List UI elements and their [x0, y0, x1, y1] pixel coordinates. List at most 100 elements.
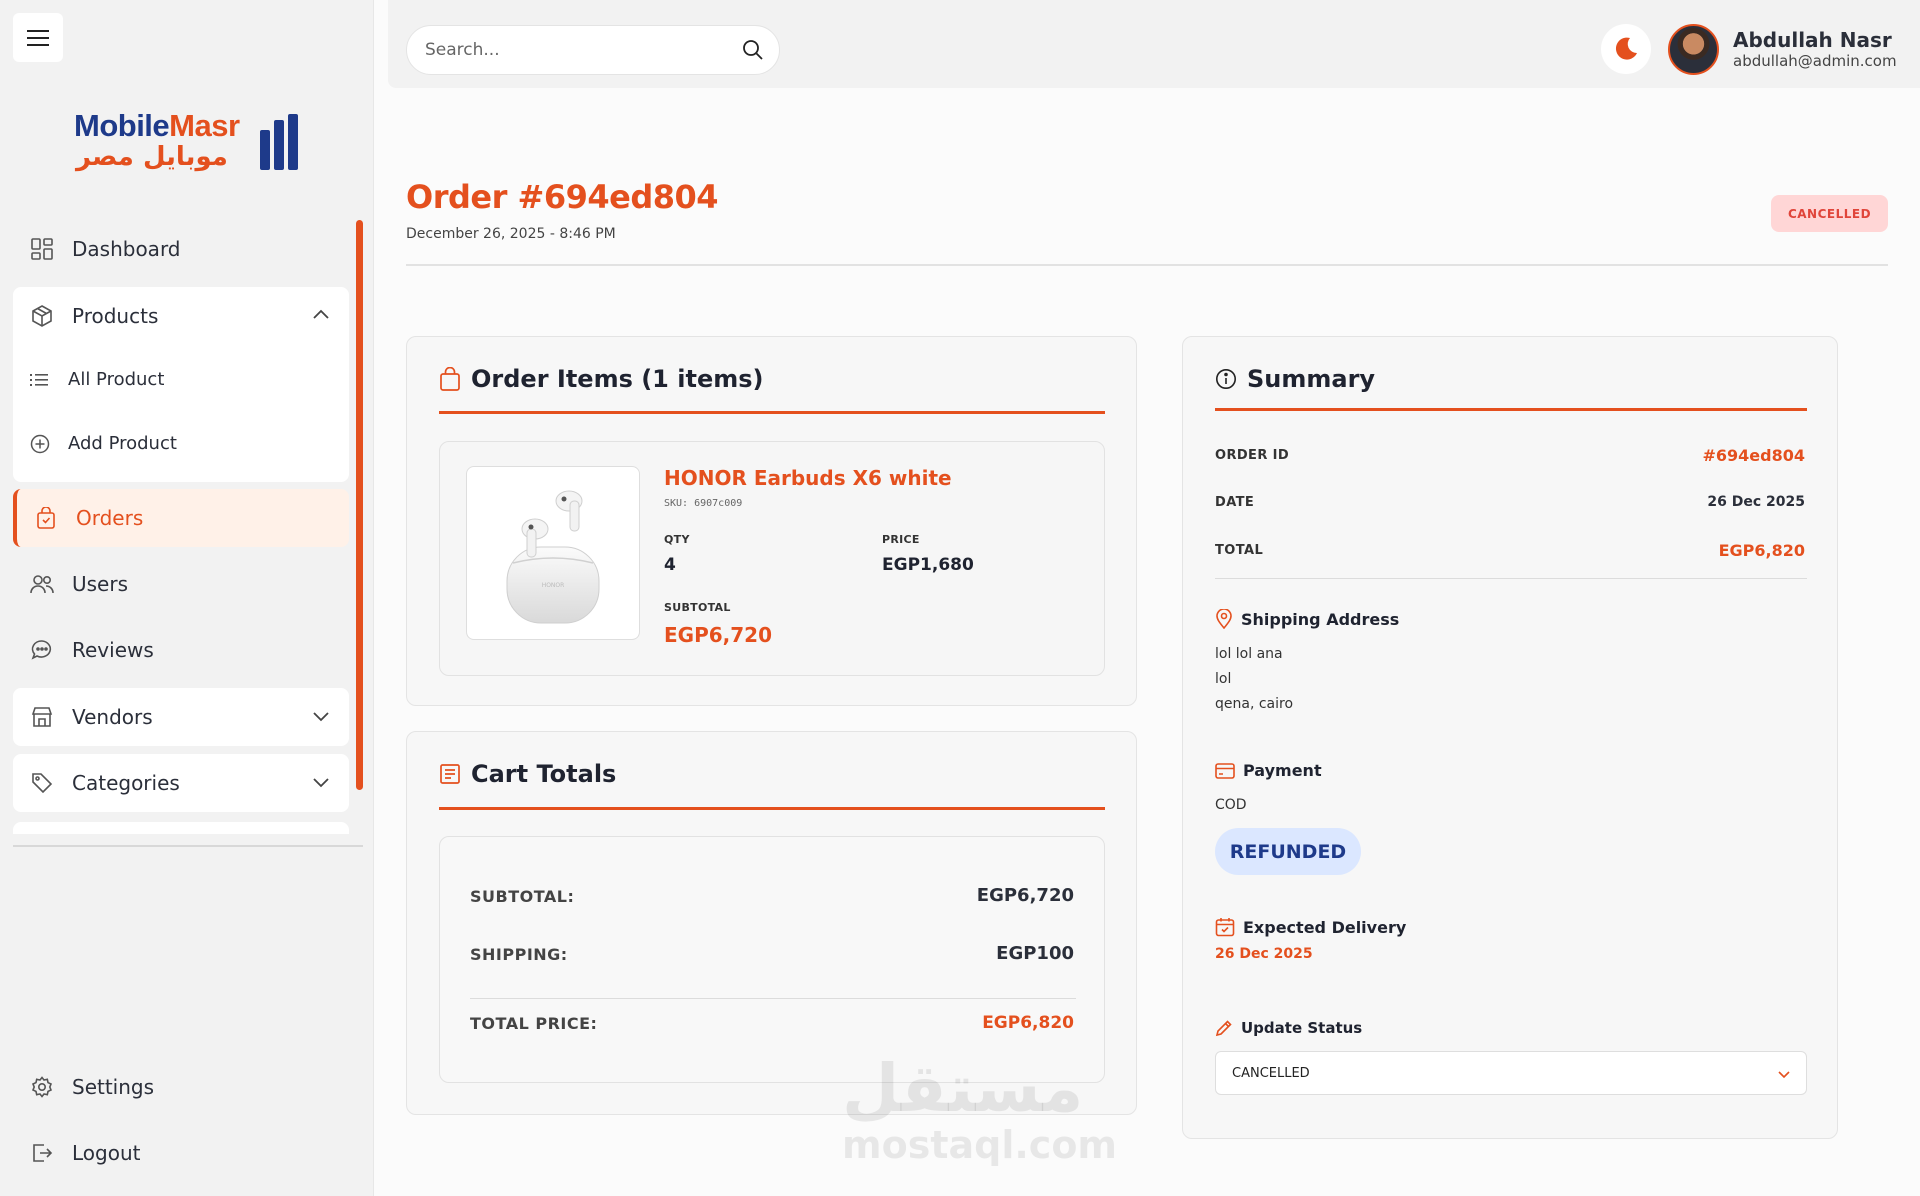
order-date: December 26, 2025 - 8:46 PM: [406, 226, 616, 242]
total-price-label: TOTAL PRICE:: [470, 1014, 598, 1033]
date-value: 26 Dec 2025: [1707, 494, 1805, 510]
order-items-card: Order Items (1 items) HONOR HONOR Earbud…: [406, 336, 1137, 706]
sidebar-item-all-product[interactable]: All Product: [30, 369, 164, 390]
chevron-down-icon: [1778, 1071, 1790, 1079]
chat-bubble-icon: [30, 638, 54, 662]
users-icon: [30, 572, 54, 596]
plus-circle-icon: [30, 434, 52, 454]
subtotal-label: SUBTOTAL: [664, 601, 731, 614]
subtotal-value: EGP6,720: [976, 885, 1074, 906]
qty-value: 4: [664, 555, 676, 575]
box-icon: [30, 304, 54, 328]
top-bar: Abdullah Nasr abdullah@admin.com: [388, 0, 1920, 88]
sidebar-item-label: Logout: [72, 1141, 141, 1165]
order-id-label: ORDER ID: [1215, 448, 1290, 463]
subtotal-label: SUBTOTAL:: [470, 887, 575, 906]
shipping-value: EGP100: [996, 943, 1074, 964]
sidebar-item-reviews[interactable]: Reviews: [13, 621, 349, 679]
payment-status-badge: REFUNDED: [1215, 828, 1361, 875]
page-title: Order #694ed804: [406, 178, 719, 216]
calendar-icon: [1215, 917, 1235, 937]
subtotal-value: EGP6,720: [664, 623, 772, 647]
sidebar-item-dashboard[interactable]: Dashboard: [13, 220, 349, 278]
logo-text-masr: Masr: [169, 108, 240, 143]
summary-card: Summary ORDER ID #694ed804 DATE 26 Dec 2…: [1182, 336, 1838, 1139]
sidebar-item-label: Orders: [76, 506, 144, 530]
summary-header: Summary: [1215, 365, 1375, 393]
sidebar-item-label: Add Product: [68, 433, 177, 454]
payment-method: COD: [1215, 797, 1247, 813]
sidebar-item-label: Reviews: [72, 638, 154, 662]
status-select[interactable]: CANCELLED: [1215, 1051, 1807, 1095]
update-status-header: Update Status: [1215, 1019, 1362, 1037]
sidebar-item-label: Users: [72, 572, 129, 596]
section-underline: [1215, 408, 1807, 411]
dark-mode-toggle-button[interactable]: [1601, 24, 1651, 74]
receipt-icon: [439, 763, 461, 785]
product-name[interactable]: HONOR Earbuds X6 white: [664, 466, 952, 490]
sidebar-item-add-product[interactable]: Add Product: [30, 433, 177, 454]
sidebar: MobileMasr موبايل مصر Dashboard Products…: [0, 0, 374, 1196]
sidebar-item-label: All Product: [68, 369, 165, 390]
payment-header: Payment: [1215, 761, 1322, 780]
avatar[interactable]: [1668, 24, 1719, 75]
status-select-value: CANCELLED: [1232, 1065, 1310, 1081]
sidebar-item-settings[interactable]: Settings: [13, 1058, 349, 1116]
qty-label: QTY: [664, 533, 690, 546]
chevron-down-icon: [313, 778, 329, 788]
logo-bars-icon: [260, 114, 300, 170]
sidebar-item-orders[interactable]: Orders: [13, 489, 349, 547]
shipping-label: SHIPPING:: [470, 945, 568, 964]
price-value: EGP1,680: [882, 555, 974, 575]
summary-title: Summary: [1247, 365, 1376, 393]
store-icon: [30, 705, 54, 729]
user-name: Abdullah Nasr: [1733, 28, 1892, 52]
sidebar-item-categories[interactable]: Categories: [13, 754, 349, 812]
sidebar-item-logout[interactable]: Logout: [13, 1124, 349, 1182]
total-price-value: EGP6,820: [982, 1013, 1074, 1033]
sidebar-item-vendors[interactable]: Vendors: [13, 688, 349, 746]
order-id-value: #694ed804: [1702, 446, 1805, 465]
sidebar-item-partial[interactable]: [13, 822, 349, 834]
shopping-bag-icon: [439, 367, 461, 391]
menu-toggle-button[interactable]: [13, 13, 63, 62]
chevron-up-icon: [313, 309, 329, 319]
brand-logo[interactable]: MobileMasr موبايل مصر: [74, 108, 304, 174]
expected-delivery-header: Expected Delivery: [1215, 917, 1406, 937]
sidebar-item-users[interactable]: Users: [13, 555, 349, 613]
summary-divider: [1215, 578, 1807, 579]
address-line-1: lol lol ana: [1215, 646, 1283, 662]
search-input[interactable]: [425, 40, 725, 60]
update-status-title: Update Status: [1241, 1019, 1363, 1037]
info-icon: [1215, 368, 1237, 390]
moon-icon: [1615, 37, 1637, 60]
totals-box: SUBTOTAL: EGP6,720 SHIPPING: EGP100 TOTA…: [439, 836, 1105, 1083]
dashboard-icon: [30, 237, 54, 261]
sidebar-divider: [13, 845, 363, 847]
location-pin-icon: [1215, 609, 1233, 629]
sidebar-scrollbar[interactable]: [356, 220, 363, 790]
section-underline: [439, 411, 1105, 414]
search-box: [406, 25, 780, 75]
shipping-address-title: Shipping Address: [1241, 609, 1400, 629]
chevron-down-icon: [313, 712, 329, 722]
order-items-header: Order Items (1 items): [439, 365, 763, 393]
product-image[interactable]: HONOR: [466, 466, 640, 640]
sidebar-item-label: Dashboard: [72, 237, 181, 261]
tag-icon: [30, 771, 54, 795]
cart-totals-title: Cart Totals: [471, 760, 617, 788]
cart-totals-header: Cart Totals: [439, 760, 616, 788]
date-label: DATE: [1215, 495, 1255, 510]
logo-text-mobile: Mobile: [74, 108, 170, 143]
sidebar-item-label: Categories: [72, 771, 180, 795]
search-icon[interactable]: [741, 38, 765, 62]
total-value: EGP6,820: [1718, 541, 1805, 560]
price-label: PRICE: [882, 533, 920, 546]
header-divider: [406, 264, 1888, 266]
sidebar-item-label: Settings: [72, 1075, 155, 1099]
sidebar-item-products[interactable]: Products: [13, 287, 349, 345]
pencil-icon: [1215, 1019, 1233, 1037]
totals-divider: [470, 998, 1076, 999]
payment-title: Payment: [1243, 761, 1322, 780]
section-underline: [439, 807, 1105, 810]
